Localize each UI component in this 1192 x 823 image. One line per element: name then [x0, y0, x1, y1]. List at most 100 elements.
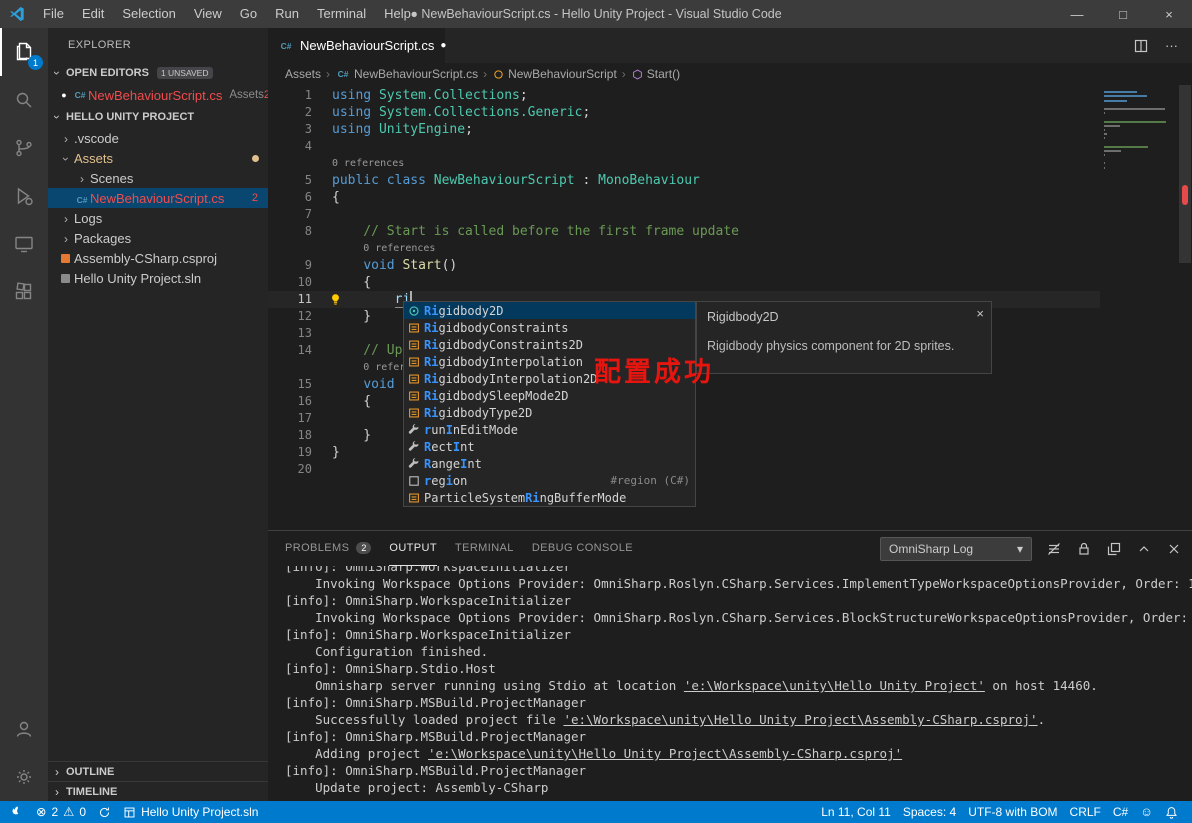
suggest-item[interactable]: ParticleSystemRingBufferMode: [404, 489, 695, 506]
method-symbol-icon: [632, 68, 642, 80]
suggest-item[interactable]: Rigidbody2D: [404, 302, 695, 319]
breadcrumb-item[interactable]: C# NewBehaviourScript.cs: [335, 67, 479, 81]
sync-status[interactable]: [92, 801, 117, 823]
close-icon[interactable]: ×: [976, 306, 984, 321]
open-in-editor-icon[interactable]: [1106, 541, 1122, 557]
outline-section-header[interactable]: › OUTLINE: [48, 761, 268, 781]
file-path-link[interactable]: 'e:\Workspace\unity\Hello Unity Project': [684, 678, 985, 693]
more-actions-icon[interactable]: ···: [1165, 38, 1178, 53]
tree-item-.vscode[interactable]: › .vscode: [48, 128, 268, 148]
warning-count: 0: [79, 805, 87, 819]
account-icon: [16, 721, 32, 737]
tree-item-packages[interactable]: › Packages: [48, 228, 268, 248]
output-panel[interactable]: [info]: OmniSharp.WorkspaceInitializer I…: [268, 566, 1192, 801]
docs-description: Rigidbody physics component for 2D sprit…: [707, 339, 955, 353]
run-debug-icon: [17, 187, 33, 206]
tree-item-newbehaviourscript.cs[interactable]: C# NewBehaviourScript.cs 2: [48, 188, 268, 208]
source-control-activity-item[interactable]: [0, 124, 48, 172]
menu-selection[interactable]: Selection: [113, 0, 184, 28]
explorer-activity-item[interactable]: 1: [0, 28, 48, 76]
code-line-1: 1 using System.Collections;: [268, 87, 1100, 104]
panel-tab-output[interactable]: OUTPUT: [389, 531, 437, 566]
menu-edit[interactable]: Edit: [73, 0, 113, 28]
lock-scroll-icon[interactable]: [1076, 541, 1092, 557]
file-path-link[interactable]: 'e:\Workspace\unity\Hello Unity Project\…: [428, 746, 902, 761]
open-editor-item[interactable]: ● C# NewBehaviourScript.cs Assets 2: [48, 84, 268, 106]
problems-status[interactable]: ⊗ 2 ⚠ 0: [30, 801, 92, 823]
suggest-item[interactable]: RigidbodyType2D: [404, 404, 695, 421]
codelens-references[interactable]: 0 references: [332, 240, 435, 257]
panel-tab-problems[interactable]: PROBLEMS 2: [285, 531, 372, 566]
breadcrumb: Assets › C# NewBehaviourScript.cs › NewBehavi…: [268, 63, 1192, 85]
omnisharp-status[interactable]: [4, 801, 30, 823]
codelens-references[interactable]: 0 references: [332, 155, 404, 172]
minimize-button[interactable]: —: [1054, 0, 1100, 28]
accounts-activity-item[interactable]: [0, 705, 48, 753]
panel-tab-terminal[interactable]: TERMINAL: [455, 531, 514, 566]
enum-symbol-icon: [409, 323, 419, 332]
language-mode[interactable]: C#: [1107, 801, 1134, 823]
menu-go[interactable]: Go: [231, 0, 266, 28]
menu-terminal[interactable]: Terminal: [308, 0, 375, 28]
maximize-panel-icon[interactable]: [1136, 541, 1152, 557]
breadcrumb-item[interactable]: Start(): [631, 67, 680, 81]
menubar: File Edit Selection View Go Run Terminal Help: [34, 0, 420, 28]
timeline-section-header[interactable]: › TIMELINE: [48, 781, 268, 801]
run-debug-activity-item[interactable]: [0, 172, 48, 220]
file-path-link[interactable]: 'e:\Workspace\unity\Hello Unity Project\…: [563, 712, 1037, 727]
maximize-button[interactable]: □: [1100, 0, 1146, 28]
tree-item-hello unity project.sln[interactable]: Hello Unity Project.sln: [48, 268, 268, 288]
lightbulb-icon[interactable]: [329, 293, 342, 306]
suggest-item[interactable]: RigidbodyConstraints: [404, 319, 695, 336]
sidebar-title: EXPLORER: [68, 39, 132, 51]
tree-item-scenes[interactable]: › Scenes: [48, 168, 268, 188]
tab-newbehaviourscript[interactable]: C# NewBehaviourScript.cs ●: [268, 28, 446, 63]
notifications-status[interactable]: [1159, 801, 1184, 823]
split-editor-icon[interactable]: [1133, 38, 1149, 54]
settings-activity-item[interactable]: [0, 753, 48, 801]
suggest-item[interactable]: RectInt: [404, 438, 695, 455]
chevron-right-icon: ›: [55, 784, 59, 799]
search-activity-item[interactable]: [0, 76, 48, 124]
line-number: 14: [297, 343, 312, 357]
encoding-status[interactable]: UTF-8 with BOM: [962, 801, 1063, 823]
tree-item-assembly-csharp.csproj[interactable]: Assembly-CSharp.csproj: [48, 248, 268, 268]
breadcrumb-item[interactable]: Assets: [285, 67, 321, 81]
suggest-item[interactable]: RigidbodySleepMode2D: [404, 387, 695, 404]
menu-view[interactable]: View: [185, 0, 231, 28]
open-editors-header[interactable]: › OPEN EDITORS 1 UNSAVED: [48, 62, 268, 84]
tree-item-assets[interactable]: › Assets: [48, 148, 268, 168]
suggest-item[interactable]: region #region (C#): [404, 472, 695, 489]
remote-explorer-activity-item[interactable]: [0, 220, 48, 268]
project-section-header[interactable]: › HELLO UNITY PROJECT: [48, 106, 268, 128]
output-channel-select[interactable]: OmniSharp Log ▾: [880, 536, 1032, 561]
window-controls: — □ ×: [1054, 0, 1192, 28]
clear-output-icon[interactable]: [1046, 541, 1062, 557]
breadcrumb-item[interactable]: NewBehaviourScript: [492, 67, 617, 81]
suggest-item[interactable]: RangeInt: [404, 455, 695, 472]
minimap[interactable]: [1104, 89, 1176, 175]
panel-tab-debug-console[interactable]: DEBUG CONSOLE: [532, 531, 633, 566]
editor-scrollbar[interactable]: [1178, 85, 1192, 530]
project-selector[interactable]: Hello Unity Project.sln: [117, 801, 264, 823]
menu-file[interactable]: File: [34, 0, 73, 28]
close-panel-icon[interactable]: [1166, 541, 1182, 557]
chevron-down-icon: ▾: [1016, 541, 1023, 556]
feedback-status[interactable]: ☺: [1134, 801, 1159, 823]
suggest-item[interactable]: runInEditMode: [404, 421, 695, 438]
chevron-right-icon: ›: [55, 764, 59, 779]
line-number: 8: [304, 224, 312, 238]
cursor-position[interactable]: Ln 11, Col 11: [815, 801, 897, 823]
indentation-status[interactable]: Spaces: 4: [897, 801, 962, 823]
suggest-widget: Rigidbody2D RigidbodyConstraints Rigidbody…: [403, 301, 992, 507]
code-line-8: 8 // Start is called before the first fr…: [268, 223, 1100, 240]
close-button[interactable]: ×: [1146, 0, 1192, 28]
output-log: [info]: OmniSharp.WorkspaceInitializer I…: [285, 566, 1192, 795]
status-bar: ⊗ 2 ⚠ 0 Hello Unity Project.sln Ln 11, C…: [0, 801, 1192, 823]
eol-status[interactable]: CRLF: [1064, 801, 1107, 823]
menu-run[interactable]: Run: [266, 0, 308, 28]
file-tree: › .vscode › Assets › Scenes C# NewBehaviourScri…: [48, 128, 268, 288]
tree-item-logs[interactable]: › Logs: [48, 208, 268, 228]
scrollbar-thumb[interactable]: [1179, 85, 1191, 263]
extensions-activity-item[interactable]: [0, 268, 48, 316]
